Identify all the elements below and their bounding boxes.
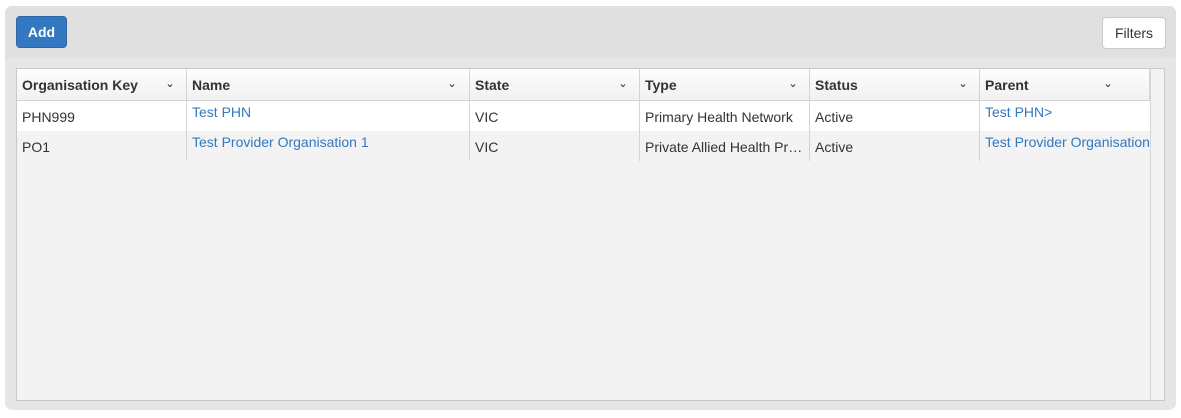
column-header-type[interactable]: Type ⌄ bbox=[640, 69, 810, 100]
scrollbar-track[interactable] bbox=[1150, 69, 1164, 400]
chevron-down-icon[interactable]: ⌄ bbox=[446, 69, 458, 99]
cell-type: Primary Health Network bbox=[640, 101, 810, 131]
chevron-down-icon[interactable]: ⌄ bbox=[1102, 69, 1114, 99]
chevron-down-icon[interactable]: ⌄ bbox=[164, 69, 176, 99]
table-row[interactable]: PHN999 Test PHN VIC Primary Health Netwo… bbox=[17, 101, 1150, 131]
cell-state: VIC bbox=[470, 131, 640, 161]
column-header-label: Organisation Key bbox=[22, 77, 138, 93]
column-header-status[interactable]: Status ⌄ bbox=[810, 69, 980, 100]
chevron-down-icon[interactable]: ⌄ bbox=[787, 69, 799, 99]
column-header-state[interactable]: State ⌄ bbox=[470, 69, 640, 100]
column-header-label: State bbox=[475, 77, 510, 93]
cell-type: Private Allied Health Provider Organisat… bbox=[640, 131, 810, 161]
column-header-organisation-key[interactable]: Organisation Key ⌄ bbox=[17, 69, 187, 100]
column-header-parent[interactable]: Parent ⌄ bbox=[980, 69, 1150, 100]
column-header-name[interactable]: Name ⌄ bbox=[187, 69, 470, 100]
column-header-label: Status bbox=[815, 77, 858, 93]
toolbar: Add Filters bbox=[5, 6, 1176, 58]
table-row[interactable]: PO1 Test Provider Organisation 1 VIC Pri… bbox=[17, 131, 1150, 161]
cell-organisation-key: PHN999 bbox=[17, 101, 187, 131]
column-header-label: Type bbox=[645, 77, 677, 93]
grid-header: Organisation Key ⌄ Name ⌄ State ⌄ Type ⌄… bbox=[17, 69, 1164, 101]
column-header-label: Parent bbox=[985, 77, 1029, 93]
add-button[interactable]: Add bbox=[16, 16, 67, 48]
organisations-panel: Add Filters Organisation Key ⌄ Name ⌄ St… bbox=[5, 6, 1176, 410]
cell-status: Active bbox=[810, 131, 980, 161]
cell-organisation-key: PO1 bbox=[17, 131, 187, 161]
cell-status: Active bbox=[810, 101, 980, 131]
chevron-down-icon[interactable]: ⌄ bbox=[617, 69, 629, 99]
cell-parent-link[interactable]: Test PHN> bbox=[980, 101, 1150, 131]
column-header-label: Name bbox=[192, 77, 231, 93]
cell-name-link[interactable]: Test PHN bbox=[187, 101, 470, 131]
cell-name-link[interactable]: Test Provider Organisation 1 bbox=[187, 131, 470, 161]
organisations-grid: Organisation Key ⌄ Name ⌄ State ⌄ Type ⌄… bbox=[16, 68, 1165, 401]
chevron-down-icon[interactable]: ⌄ bbox=[957, 69, 969, 99]
filters-button[interactable]: Filters bbox=[1102, 17, 1166, 49]
cell-state: VIC bbox=[470, 101, 640, 131]
cell-parent-link[interactable]: Test Provider Organisation 1 bbox=[980, 131, 1150, 161]
